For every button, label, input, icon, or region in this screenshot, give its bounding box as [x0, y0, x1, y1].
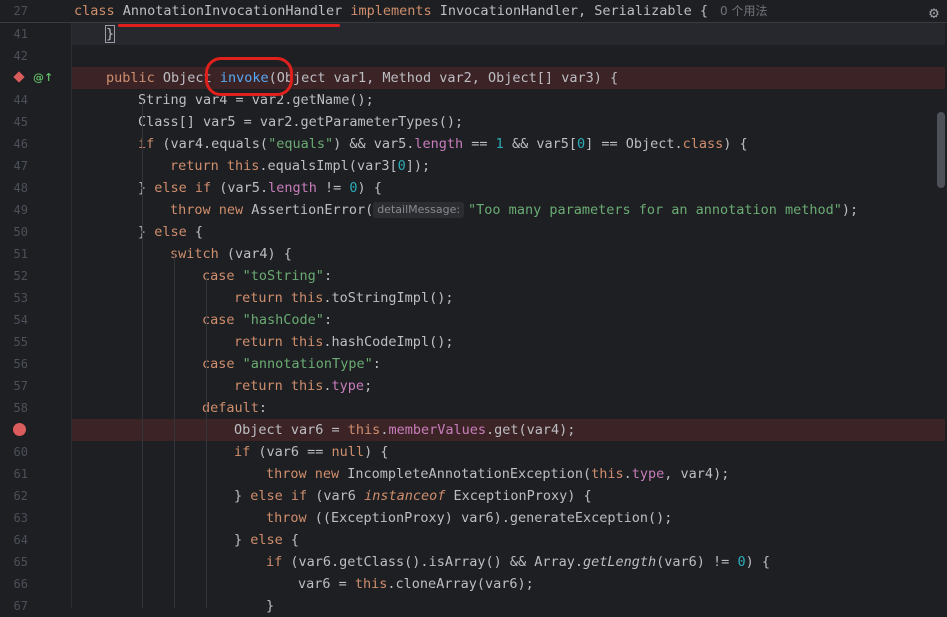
code-line[interactable]: 42 [0, 45, 947, 67]
line-number: 51 [13, 247, 28, 261]
code-text: return this.hashCodeImpl(); [234, 334, 454, 350]
code-text: switch (var4) { [170, 246, 292, 262]
line-number: 46 [13, 137, 28, 151]
class-declaration[interactable]: class AnnotationInvocationHandler implem… [74, 0, 927, 22]
line-number: 54 [13, 313, 28, 327]
parameter-hint: detailMessage: [373, 202, 465, 218]
code-text: } [104, 25, 116, 43]
code-token: InvocationHandler, Serializable { [439, 3, 709, 19]
line-number: 42 [13, 49, 28, 63]
code-line-breakpoint[interactable]: @↑ 43 public Object invoke(Object var1, … [0, 67, 947, 89]
code-text: default: [202, 400, 268, 416]
code-text: } else { [234, 532, 300, 548]
line-number: 55 [13, 335, 28, 349]
line-number: 53 [13, 291, 28, 305]
code-text: throw ((ExceptionProxy) var6).generateEx… [266, 510, 673, 526]
breakpoint-icon[interactable] [13, 423, 26, 436]
line-number: 49 [13, 203, 28, 217]
line-number: 63 [13, 511, 28, 525]
line-number: 41 [13, 27, 28, 41]
line-number: 57 [13, 379, 28, 393]
line-number: 48 [13, 181, 28, 195]
code-token: public [106, 70, 155, 86]
line-number: 45 [13, 115, 28, 129]
code-text: } else { [138, 224, 204, 240]
line-number: 47 [13, 159, 28, 173]
line-number: 56 [13, 357, 28, 371]
code-token: implements [350, 3, 432, 19]
indent-guide [174, 254, 175, 608]
code-text: return this.equalsImpl(var3[0]); [170, 158, 431, 174]
code-text: case "annotationType": [202, 356, 381, 372]
code-text: case "hashCode": [202, 312, 333, 328]
indent-guide [206, 276, 207, 608]
code-text: } else if (var6 instanceof ExceptionProx… [234, 488, 592, 504]
line-number: 60 [13, 445, 28, 459]
indent-guide [142, 100, 143, 608]
annotation-circle [205, 57, 293, 96]
usage-hint[interactable]: 0 个用法 [720, 4, 767, 18]
line-number: 67 [13, 599, 28, 613]
code-text: case "toString": [202, 268, 333, 284]
code-text: Class[] var5 = var2.getParameterTypes(); [138, 114, 464, 130]
line-number: 66 [13, 577, 28, 591]
sticky-class-header[interactable]: 27 class AnnotationInvocationHandler imp… [0, 0, 947, 23]
code-text: return this.type; [234, 378, 373, 394]
code-editor[interactable]: 27 class AnnotationInvocationHandler imp… [0, 0, 947, 614]
line-number: 52 [13, 269, 28, 283]
implements-method-icon[interactable]: @↑ [33, 70, 53, 86]
code-text: var6 = this.cloneArray(var6); [298, 576, 534, 592]
vertical-scrollbar[interactable] [937, 112, 945, 188]
code-text: return this.toStringImpl(); [234, 290, 454, 306]
code-text: if (var6 == null) { [234, 444, 389, 460]
code-text: } else if (var5.length != 0) { [138, 180, 382, 196]
line-number: 65 [13, 555, 28, 569]
code-text: } [266, 598, 275, 614]
line-number: 64 [13, 533, 28, 547]
code-text: Object var6 = this.memberValues.get(var4… [234, 422, 576, 438]
breakpoint-diamond-icon[interactable] [13, 71, 25, 83]
code-text: if (var6.getClass().isArray() && Array.g… [266, 554, 770, 570]
line-number: 44 [13, 93, 28, 107]
line-number: 58 [13, 401, 28, 415]
code-text: throw new AssertionError(detailMessage: "… [170, 202, 859, 218]
line-number: 50 [13, 225, 28, 239]
line-number: 62 [13, 489, 28, 503]
gear-icon[interactable]: ⚙ [925, 4, 943, 22]
annotation-underline [118, 24, 340, 27]
class-name: AnnotationInvocationHandler [122, 3, 343, 19]
code-token: class [74, 3, 115, 19]
line-number: 27 [13, 4, 28, 18]
code-text: if (var4.equals("equals") && var5.length… [138, 136, 748, 152]
line-number: 61 [13, 467, 28, 481]
code-text: throw new IncompleteAnnotationException(… [266, 466, 730, 482]
